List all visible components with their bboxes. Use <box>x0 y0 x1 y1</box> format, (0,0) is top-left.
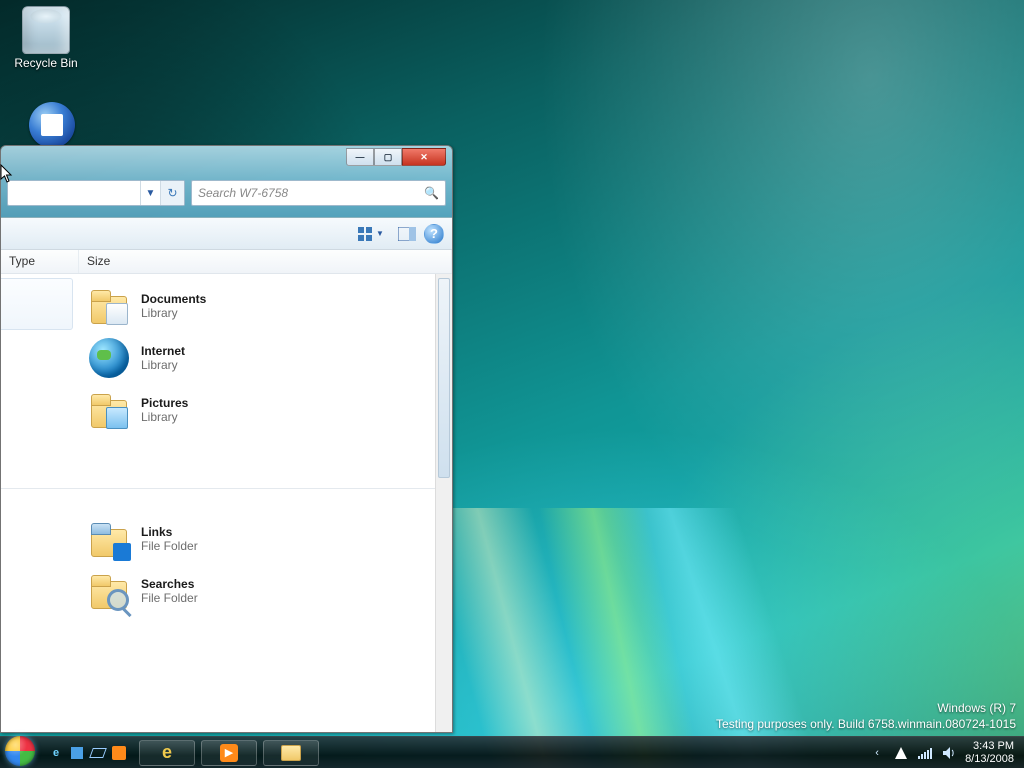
pictures-library-icon <box>89 390 129 430</box>
desktop-icon-partial[interactable] <box>14 102 90 150</box>
desktop-icon-recycle-bin[interactable]: Recycle Bin <box>8 6 84 70</box>
windows-orb-icon <box>5 736 35 766</box>
group-divider <box>1 488 452 489</box>
build-watermark: Windows (R) 7 Testing purposes only. Bui… <box>716 700 1016 732</box>
action-center-icon[interactable] <box>893 745 909 761</box>
close-button[interactable]: ✕ <box>402 148 446 166</box>
quicklaunch-ie[interactable]: e <box>46 742 66 764</box>
minimize-button[interactable]: — <box>346 148 374 166</box>
recycle-bin-icon <box>22 6 70 54</box>
documents-library-icon <box>89 286 129 326</box>
item-kind: Library <box>141 306 206 320</box>
list-item[interactable]: Pictures Library <box>1 384 452 436</box>
watermark-line2: Testing purposes only. Build 6758.winmai… <box>716 716 1016 732</box>
recycle-bin-label: Recycle Bin <box>8 56 84 70</box>
view-options-button[interactable]: ▼ <box>352 223 390 245</box>
switch-windows-icon <box>89 748 107 758</box>
window-titlebar[interactable]: — ▢ ✕ ▼ ↻ Search W7-6758 🔍 <box>1 146 452 218</box>
start-button[interactable] <box>0 737 40 768</box>
explorer-window[interactable]: — ▢ ✕ ▼ ↻ Search W7-6758 🔍 ▼ ? Type S <box>0 145 453 733</box>
volume-icon[interactable] <box>941 745 957 761</box>
address-dropdown[interactable]: ▼ <box>140 181 160 205</box>
show-desktop-icon <box>71 747 83 759</box>
links-folder-icon <box>89 519 129 559</box>
list-item[interactable]: Links File Folder <box>1 513 452 565</box>
file-list[interactable]: Documents Library Internet Library Pictu… <box>1 274 452 732</box>
address-bar[interactable]: ▼ ↻ <box>7 180 185 206</box>
column-size[interactable]: Size <box>79 250 452 273</box>
taskbar-clock[interactable]: 3:43 PM 8/13/2008 <box>965 740 1018 766</box>
window-caption-buttons: — ▢ ✕ <box>346 148 446 166</box>
task-button-ie[interactable]: e <box>139 740 195 766</box>
item-name: Documents <box>141 292 206 306</box>
item-kind: File Folder <box>141 539 198 553</box>
list-item[interactable]: Searches File Folder <box>1 565 452 617</box>
quicklaunch-show-desktop[interactable] <box>67 742 87 764</box>
folder-icon <box>281 745 301 761</box>
folders-group: Links File Folder Searches File Folder <box>1 513 452 625</box>
task-button-media-player[interactable]: ▶ <box>201 740 257 766</box>
address-search-row: ▼ ↻ Search W7-6758 🔍 <box>7 180 446 206</box>
taskbar[interactable]: e e ▶ ‹ 3:43 PM 8/13/2008 <box>0 736 1024 768</box>
item-name: Internet <box>141 344 185 358</box>
item-name: Pictures <box>141 396 188 410</box>
selection-highlight <box>1 278 73 330</box>
ie-icon: e <box>53 747 59 759</box>
item-name: Links <box>141 525 198 539</box>
media-player-icon: ▶ <box>220 744 238 762</box>
maximize-button[interactable]: ▢ <box>374 148 402 166</box>
explorer-toolbar: ▼ ? <box>1 218 452 250</box>
refresh-button[interactable]: ↻ <box>160 181 184 205</box>
item-kind: Library <box>141 358 185 372</box>
quicklaunch-media-player[interactable] <box>109 742 129 764</box>
search-icon: 🔍 <box>424 186 439 200</box>
vertical-scrollbar[interactable] <box>435 274 452 732</box>
clock-time: 3:43 PM <box>965 740 1014 753</box>
search-placeholder: Search W7-6758 <box>198 186 288 200</box>
clock-date: 8/13/2008 <box>965 753 1014 766</box>
quick-launch: e <box>40 737 135 768</box>
preview-pane-button[interactable] <box>394 223 420 245</box>
column-type[interactable]: Type <box>1 250 79 273</box>
network-icon[interactable] <box>917 745 933 761</box>
item-name: Searches <box>141 577 198 591</box>
tray-expand-icon[interactable]: ‹ <box>869 745 885 761</box>
quicklaunch-switch-windows[interactable] <box>88 742 108 764</box>
media-player-icon <box>112 746 126 760</box>
ie-icon: e <box>162 742 172 763</box>
list-item[interactable]: Internet Library <box>1 332 452 384</box>
round-app-icon <box>29 102 75 148</box>
item-kind: Library <box>141 410 188 424</box>
scrollbar-thumb[interactable] <box>438 278 450 478</box>
system-tray: ‹ 3:43 PM 8/13/2008 <box>863 737 1024 768</box>
search-input[interactable]: Search W7-6758 🔍 <box>191 180 446 206</box>
searches-folder-icon <box>89 571 129 611</box>
help-button[interactable]: ? <box>424 224 444 244</box>
column-headers[interactable]: Type Size <box>1 250 452 274</box>
internet-library-icon <box>89 338 129 378</box>
task-buttons: e ▶ <box>135 737 323 768</box>
watermark-line1: Windows (R) 7 <box>716 700 1016 716</box>
task-button-explorer[interactable] <box>263 740 319 766</box>
item-kind: File Folder <box>141 591 198 605</box>
